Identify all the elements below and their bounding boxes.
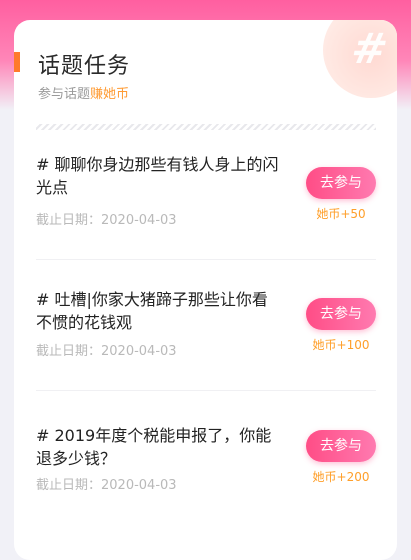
subtitle-highlight: 赚她币 [90,87,130,102]
row-divider [36,390,376,391]
task-deadline: 截止日期：2020-04-03 [36,478,177,493]
reward-label: 她币+200 [312,470,370,484]
topic-task-card: # 话题任务 参与话题赚她币 # 聊聊你身边那些有钱人身上的闪光点 截止日期：2… [14,20,397,560]
task-title[interactable]: # 2019年度个税能申报了，你能退多少钱？ [36,424,281,470]
title-accent-bar [14,52,20,72]
task-title[interactable]: # 吐槽|你家大猪蹄子那些让你看不惯的花钱观 [36,288,281,334]
task-title[interactable]: # 聊聊你身边那些有钱人身上的闪光点 [36,153,281,199]
page-title: 话题任务 [38,54,131,79]
task-deadline: 截止日期：2020-04-03 [36,344,177,359]
task-item: # 2019年度个税能申报了，你能退多少钱？ 截止日期：2020-04-03 去… [14,424,397,534]
reward-label: 她币+50 [316,207,366,221]
join-button[interactable]: 去参与 [306,430,376,462]
subtitle-text: 参与话题 [38,87,91,102]
task-deadline: 截止日期：2020-04-03 [36,213,177,228]
striped-divider [36,124,376,130]
subtitle: 参与话题赚她币 [38,83,129,102]
join-button[interactable]: 去参与 [306,298,376,330]
task-item: # 聊聊你身边那些有钱人身上的闪光点 截止日期：2020-04-03 去参与 她… [14,153,397,263]
row-divider [36,259,376,260]
reward-label: 她币+100 [312,338,370,352]
join-button[interactable]: 去参与 [306,167,376,199]
task-item: # 吐槽|你家大猪蹄子那些让你看不惯的花钱观 截止日期：2020-04-03 去… [14,288,397,398]
